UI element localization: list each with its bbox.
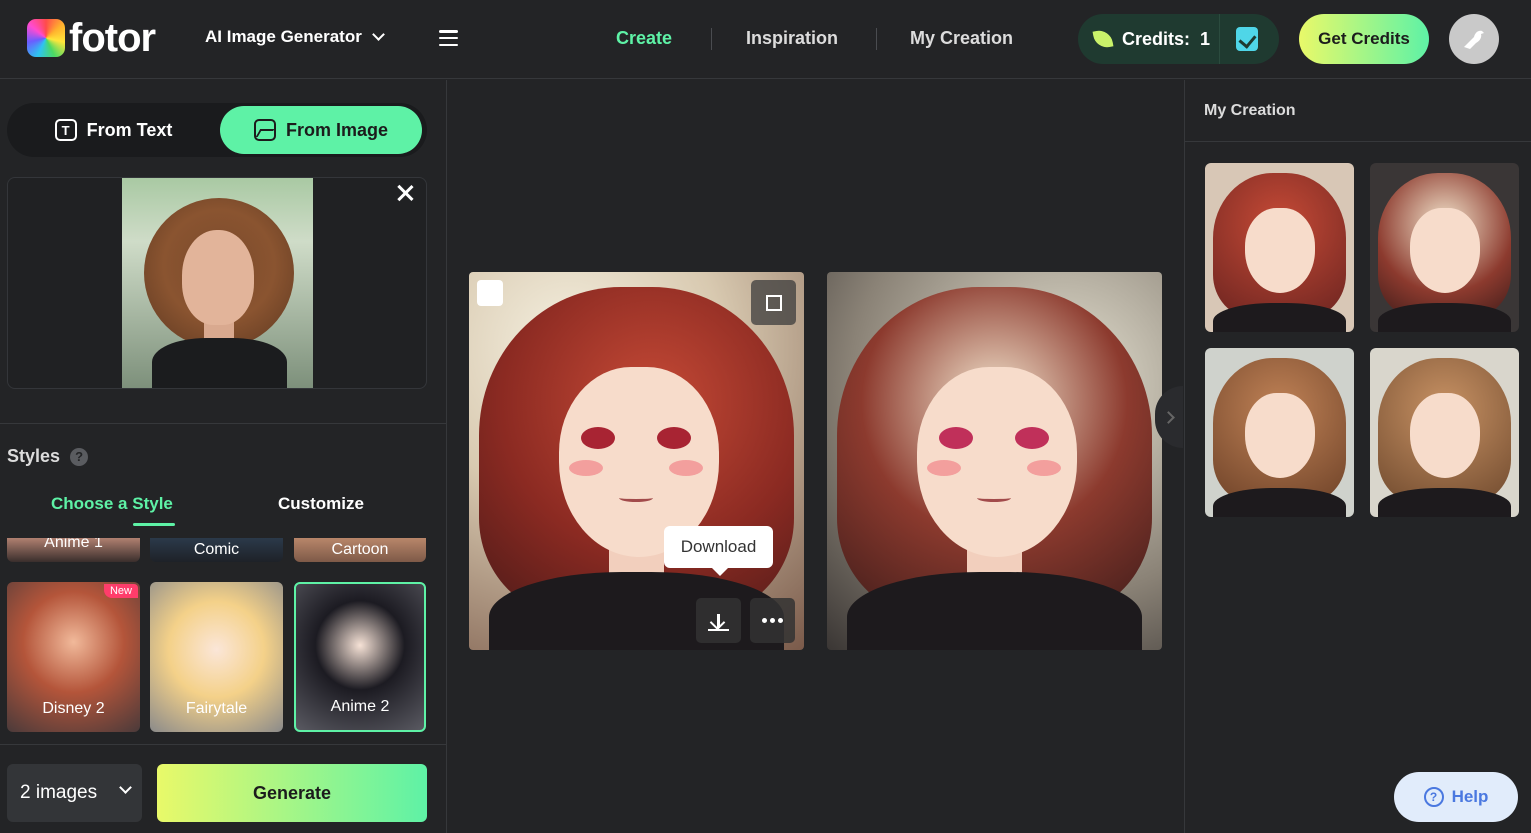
- right-panel: My Creation: [1184, 80, 1531, 833]
- style-card-disney-2[interactable]: New Disney 2: [7, 582, 140, 732]
- style-label: Anime 2: [330, 698, 390, 715]
- divider: [0, 744, 447, 745]
- result-image-2[interactable]: [827, 272, 1162, 650]
- style-label: Cartoon: [331, 541, 389, 558]
- menu-icon[interactable]: [439, 30, 458, 46]
- active-tab-indicator: [133, 523, 175, 526]
- credits-separator: :: [1184, 28, 1191, 49]
- divider: [1185, 141, 1531, 142]
- get-credits-button[interactable]: Get Credits: [1299, 14, 1429, 64]
- creation-thumbnail[interactable]: [1205, 348, 1354, 517]
- tab-choose-style[interactable]: Choose a Style: [51, 494, 173, 514]
- avatar[interactable]: [1449, 14, 1499, 64]
- credits-value: 1: [1200, 28, 1211, 49]
- chevron-down-icon: [119, 781, 132, 794]
- task-check-icon[interactable]: [1236, 27, 1258, 51]
- results-area: Download: [448, 80, 1183, 833]
- mode-toggle: T From Text From Image: [7, 103, 427, 157]
- style-card-anime-2[interactable]: Anime 2: [294, 582, 426, 732]
- style-card-anime-1[interactable]: Anime 1: [7, 538, 140, 562]
- from-image-button[interactable]: From Image: [220, 106, 422, 154]
- style-card-comic[interactable]: Comic: [150, 538, 283, 562]
- credits-pill[interactable]: Credits: 1: [1078, 14, 1279, 64]
- credits-text: Credits: 1: [1122, 29, 1210, 50]
- leaf-icon: [1092, 28, 1114, 50]
- help-button[interactable]: ? Help: [1394, 772, 1518, 822]
- left-panel: T From Text From Image Styles ? Choose a…: [0, 80, 447, 833]
- select-checkbox[interactable]: [477, 280, 503, 306]
- more-options-button[interactable]: [750, 598, 795, 643]
- style-card-fairytale[interactable]: Fairytale: [150, 582, 283, 732]
- from-text-button[interactable]: T From Text: [11, 106, 216, 154]
- image-count-select[interactable]: 2 images: [7, 764, 142, 822]
- from-text-label: From Text: [86, 119, 173, 140]
- download-button[interactable]: [696, 598, 741, 643]
- chevron-down-icon: [371, 28, 385, 41]
- my-creation-title: My Creation: [1204, 102, 1296, 119]
- styles-title: Styles: [7, 446, 61, 466]
- creation-thumbnail[interactable]: [1370, 348, 1519, 517]
- result-image-1[interactable]: [469, 272, 804, 650]
- credits-label: Credits: [1122, 28, 1185, 49]
- divider: [0, 423, 447, 424]
- fotor-logo[interactable]: fotor: [27, 16, 156, 60]
- new-badge: New: [103, 584, 138, 598]
- style-label: Anime 1: [44, 538, 103, 551]
- text-icon: T: [54, 119, 77, 141]
- style-label: Fairytale: [185, 700, 248, 717]
- nav-divider: [876, 28, 877, 50]
- image-count-value: 2 images: [20, 782, 98, 803]
- help-question-icon[interactable]: ?: [70, 447, 89, 466]
- logo-text: fotor: [69, 16, 156, 60]
- bird-icon: [1464, 30, 1484, 49]
- generate-button[interactable]: Generate: [157, 764, 427, 822]
- creation-thumbnail[interactable]: [1205, 163, 1354, 332]
- tab-customize[interactable]: Customize: [278, 494, 364, 514]
- from-image-label: From Image: [285, 119, 389, 140]
- creation-thumbnail[interactable]: [1370, 163, 1519, 332]
- uploaded-photo: [122, 178, 313, 388]
- top-bar: fotor AI Image Generator Create Inspirat…: [0, 0, 1531, 79]
- remove-image-icon[interactable]: [396, 184, 414, 202]
- download-icon: [717, 613, 720, 628]
- product-label: AI Image Generator: [205, 27, 362, 46]
- product-dropdown[interactable]: AI Image Generator: [205, 27, 385, 47]
- style-label: Disney 2: [42, 700, 105, 717]
- nav-inspiration[interactable]: Inspiration: [746, 28, 838, 49]
- style-label: Comic: [193, 541, 240, 558]
- help-label: Help: [1451, 787, 1489, 806]
- nav-my-creation[interactable]: My Creation: [910, 28, 1013, 49]
- credits-divider: [1219, 14, 1220, 64]
- question-icon: ?: [1423, 787, 1444, 807]
- image-icon: [253, 119, 276, 141]
- uploaded-image-box[interactable]: [7, 177, 427, 389]
- style-card-cartoon[interactable]: Cartoon: [294, 538, 426, 562]
- fotor-logo-icon: [27, 19, 65, 57]
- expand-icon[interactable]: [751, 280, 796, 325]
- nav-divider: [711, 28, 712, 50]
- styles-heading: Styles ?: [7, 446, 89, 467]
- nav-create[interactable]: Create: [616, 28, 672, 49]
- download-tooltip: Download: [664, 526, 773, 576]
